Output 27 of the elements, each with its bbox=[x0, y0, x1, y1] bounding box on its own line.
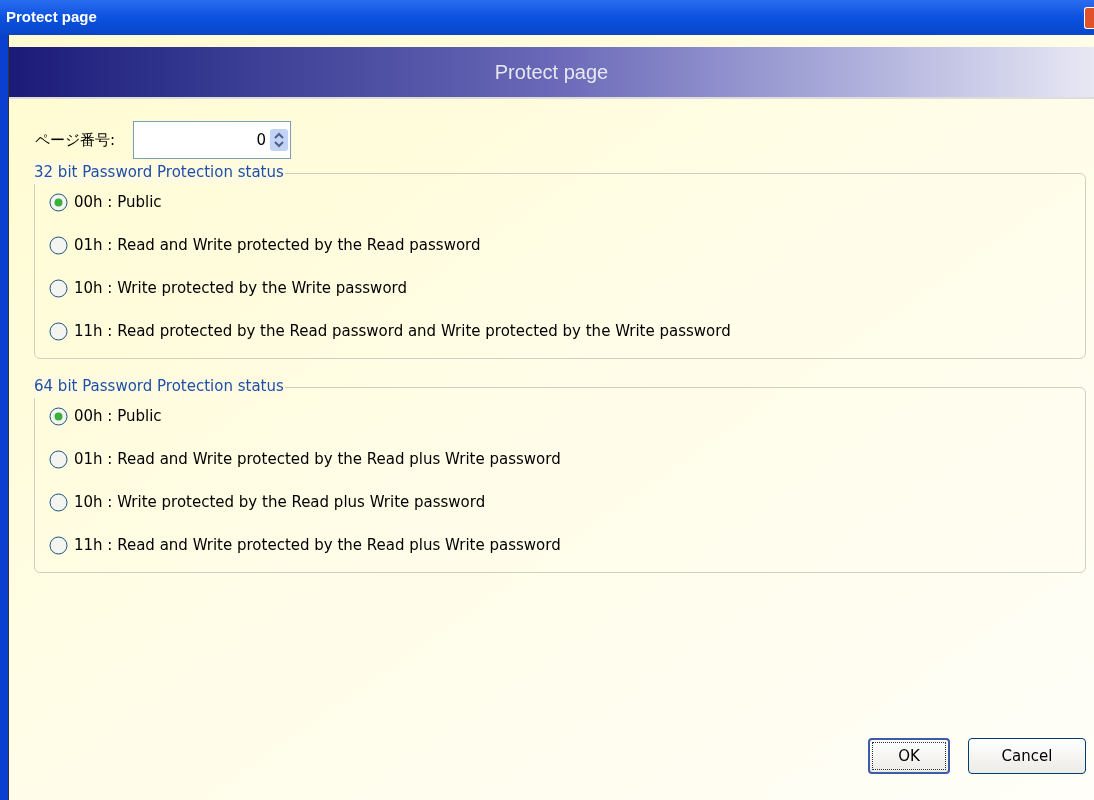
radio-label[interactable]: 01h : Read and Write protected by the Read password bbox=[74, 234, 481, 257]
radio-label[interactable]: 01h : Read and Write protected by the Read plus Write password bbox=[74, 448, 561, 471]
group-title: 32 bit Password Protection status bbox=[33, 161, 285, 184]
radio-button-icon[interactable] bbox=[49, 322, 68, 341]
page-number-label: ページ番号: bbox=[35, 129, 116, 151]
radio-button-icon[interactable] bbox=[49, 407, 68, 426]
cancel-button[interactable]: Cancel bbox=[968, 738, 1086, 774]
ok-button[interactable]: OK bbox=[868, 738, 950, 774]
window-title: Protect page bbox=[6, 7, 97, 28]
spin-arrows-icon[interactable] bbox=[270, 129, 289, 151]
page-number-spinbox[interactable]: 0 bbox=[133, 121, 292, 159]
radio-button-icon[interactable] bbox=[49, 193, 68, 212]
radio-label[interactable]: 10h : Write protected by the Read plus Write password bbox=[74, 491, 486, 514]
radio-label[interactable]: 11h : Read protected by the Read password and Write protected by the Write password bbox=[74, 320, 731, 343]
radio-label[interactable]: 11h : Read and Write protected by the Read plus Write password bbox=[74, 534, 561, 557]
spinbox-value: 0 bbox=[256, 129, 267, 151]
radio-button-icon[interactable] bbox=[49, 493, 68, 512]
group-title: 64 bit Password Protection status bbox=[33, 375, 285, 398]
close-button[interactable] bbox=[1084, 6, 1094, 29]
radio-label[interactable]: 10h : Write protected by the Write password bbox=[74, 277, 407, 300]
radio-button-icon[interactable] bbox=[49, 279, 68, 298]
radio-button-icon[interactable] bbox=[49, 236, 68, 255]
radio-button-icon[interactable] bbox=[49, 450, 68, 469]
radio-label[interactable]: 00h : Public bbox=[74, 191, 162, 214]
radio-button-icon[interactable] bbox=[49, 536, 68, 555]
radio-label[interactable]: 00h : Public bbox=[74, 405, 162, 428]
header-title: Protect page bbox=[494, 60, 609, 85]
